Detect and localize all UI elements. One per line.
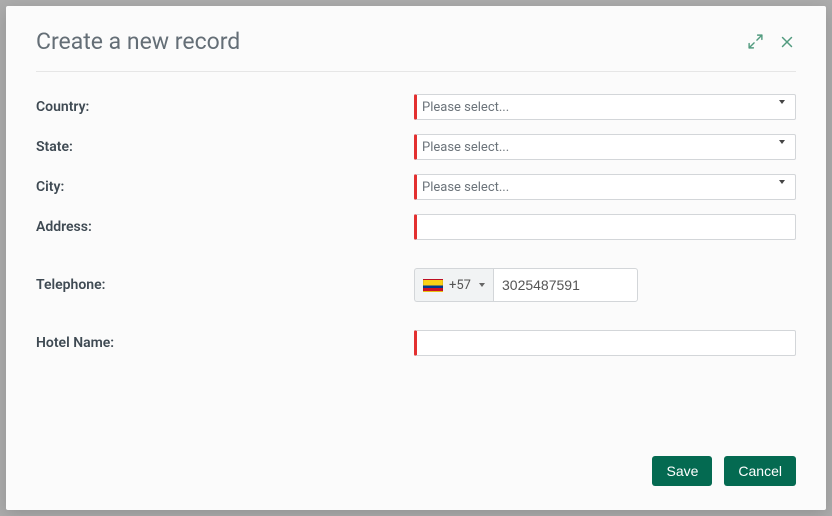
label-hotel-name: Hotel Name: [36, 335, 414, 351]
chevron-down-icon [779, 100, 785, 104]
flag-colombia-icon [423, 279, 443, 292]
state-select[interactable]: Please select... [414, 134, 796, 160]
row-country: Country: Please select... [36, 94, 796, 120]
city-placeholder: Please select... [417, 180, 509, 195]
label-telephone: Telephone: [36, 277, 414, 293]
dial-code: +57 [449, 278, 471, 293]
close-icon[interactable] [778, 33, 796, 51]
chevron-down-icon [479, 283, 485, 287]
telephone-group: +57 [414, 268, 638, 302]
expand-icon[interactable] [747, 33, 764, 50]
country-select[interactable]: Please select... [414, 94, 796, 120]
dial-code-select[interactable]: +57 [414, 268, 493, 302]
label-address: Address: [36, 219, 414, 235]
cancel-button[interactable]: Cancel [724, 456, 796, 486]
label-city: City: [36, 179, 414, 195]
country-placeholder: Please select... [417, 100, 509, 115]
header-actions [747, 33, 796, 51]
chevron-down-icon [779, 180, 785, 184]
address-input[interactable] [414, 214, 796, 240]
state-placeholder: Please select... [417, 140, 509, 155]
city-select[interactable]: Please select... [414, 174, 796, 200]
label-state: State: [36, 139, 414, 155]
row-address: Address: [36, 214, 796, 240]
row-telephone: Telephone: +57 [36, 268, 796, 302]
telephone-input[interactable] [493, 268, 638, 302]
label-country: Country: [36, 99, 414, 115]
chevron-down-icon [779, 140, 785, 144]
modal-header: Create a new record [36, 28, 796, 72]
save-button[interactable]: Save [652, 456, 712, 486]
modal-footer: Save Cancel [36, 456, 796, 488]
create-record-modal: Create a new record Country: [6, 6, 826, 510]
hotel-name-input[interactable] [414, 330, 796, 356]
row-city: City: Please select... [36, 174, 796, 200]
row-state: State: Please select... [36, 134, 796, 160]
row-hotel-name: Hotel Name: [36, 330, 796, 356]
modal-title: Create a new record [36, 28, 240, 55]
form-body: Country: Please select... State: Please … [36, 72, 796, 456]
